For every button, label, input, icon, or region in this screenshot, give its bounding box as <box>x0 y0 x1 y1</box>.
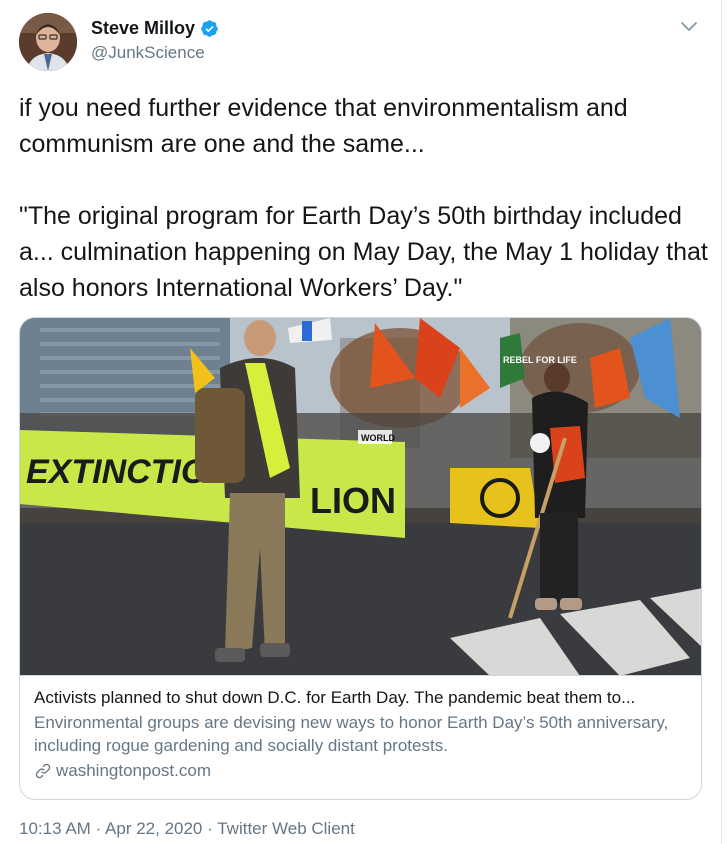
author-handle[interactable]: @JunkScience <box>91 42 205 64</box>
author-name-row[interactable]: Steve Milloy <box>91 17 219 39</box>
link-preview-card[interactable]: REBEL FOR LIFE EXTINCTION LION WORLD Act… <box>19 317 702 800</box>
tweet-container: Steve Milloy @JunkScience if you need fu… <box>0 0 722 844</box>
link-icon <box>34 762 52 780</box>
card-domain-text[interactable]: washingtonpost.com <box>56 759 211 783</box>
card-body[interactable]: Activists planned to shut down D.C. for … <box>34 686 694 783</box>
avatar[interactable] <box>19 13 77 71</box>
tweet-metadata: 10:13 AM · Apr 22, 2020 · Twitter Web Cl… <box>19 818 355 840</box>
meta-separator: · <box>95 819 102 838</box>
small-sign-text: WORLD <box>361 433 395 443</box>
card-domain[interactable]: washingtonpost.com <box>34 759 694 783</box>
tweet-client[interactable]: Twitter Web Client <box>217 819 355 838</box>
meta-separator: · <box>207 819 213 838</box>
tweet-text: if you need further evidence that enviro… <box>19 94 708 302</box>
tweet-date[interactable]: Apr 22, 2020 <box>105 819 202 838</box>
tweet-time[interactable]: 10:13 AM <box>19 819 91 838</box>
chevron-down-icon[interactable] <box>677 14 701 38</box>
author-display-name[interactable]: Steve Milloy <box>91 17 195 39</box>
card-title[interactable]: Activists planned to shut down D.C. for … <box>34 686 694 710</box>
flag-sign-text: REBEL FOR LIFE <box>503 355 577 365</box>
verified-badge-icon <box>200 19 219 38</box>
card-description: Environmental groups are devising new wa… <box>34 713 669 755</box>
banner-text-right: LION <box>310 480 396 521</box>
card-image[interactable]: REBEL FOR LIFE EXTINCTION LION WORLD <box>20 318 701 676</box>
